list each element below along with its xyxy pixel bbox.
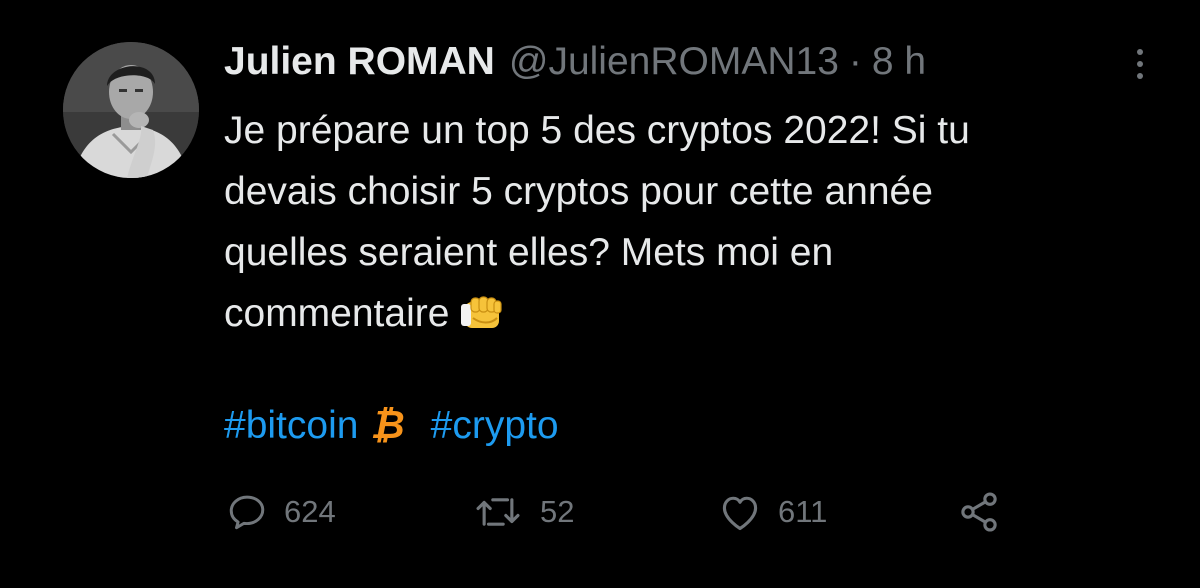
like-count: 611 bbox=[778, 494, 828, 529]
hashtag-row: #bitcoin ₿ #crypto bbox=[224, 398, 559, 454]
retweet-count: 52 bbox=[540, 494, 575, 529]
profile-photo-icon bbox=[63, 42, 199, 178]
tweet-text-line: devais choisir 5 cryptos pour cette anné… bbox=[224, 170, 933, 213]
tweet[interactable]: Julien ROMAN @JulienROMAN13 · 8 h Je pré… bbox=[0, 0, 1200, 588]
heart-icon bbox=[722, 496, 758, 531]
bitcoin-icon: ₿ bbox=[370, 404, 405, 447]
share-icon bbox=[961, 492, 997, 532]
author-handle[interactable]: @JulienROMAN13 bbox=[509, 40, 839, 84]
more-dot-icon bbox=[1137, 49, 1143, 55]
more-options-button[interactable] bbox=[1122, 44, 1158, 84]
retweet-icon bbox=[476, 498, 520, 526]
header-separator: · bbox=[848, 40, 862, 83]
like-button[interactable]: 611 bbox=[718, 486, 827, 538]
fist-bump-emoji-icon bbox=[459, 291, 505, 352]
hashtag-bitcoin[interactable]: #bitcoin bbox=[224, 398, 358, 454]
tweet-text-line: Je prépare un top 5 des cryptos 2022! Si… bbox=[224, 109, 970, 152]
tweet-actions: 624 52 611 bbox=[0, 486, 1200, 538]
more-dot-icon bbox=[1137, 73, 1143, 79]
retweet-button[interactable]: 52 bbox=[472, 486, 574, 538]
reply-icon bbox=[229, 495, 265, 530]
reply-count: 624 bbox=[284, 494, 336, 529]
more-dot-icon bbox=[1137, 61, 1143, 67]
hashtag-crypto[interactable]: #crypto bbox=[431, 398, 559, 454]
tweet-timestamp[interactable]: 8 h bbox=[872, 40, 926, 84]
author-display-name[interactable]: Julien ROMAN bbox=[224, 40, 495, 84]
tweet-text: Je prépare un top 5 des cryptos 2022! Si… bbox=[224, 100, 1174, 352]
avatar[interactable] bbox=[63, 42, 199, 178]
reply-button[interactable]: 624 bbox=[226, 486, 336, 538]
tweet-text-line: commentaire bbox=[224, 292, 450, 335]
tweet-text-line-last: commentaire bbox=[224, 283, 1174, 352]
tweet-text-line: quelles seraient elles? Mets moi en bbox=[224, 231, 834, 274]
tweet-header: Julien ROMAN @JulienROMAN13 · 8 h bbox=[224, 40, 926, 84]
share-button[interactable] bbox=[956, 486, 1002, 538]
